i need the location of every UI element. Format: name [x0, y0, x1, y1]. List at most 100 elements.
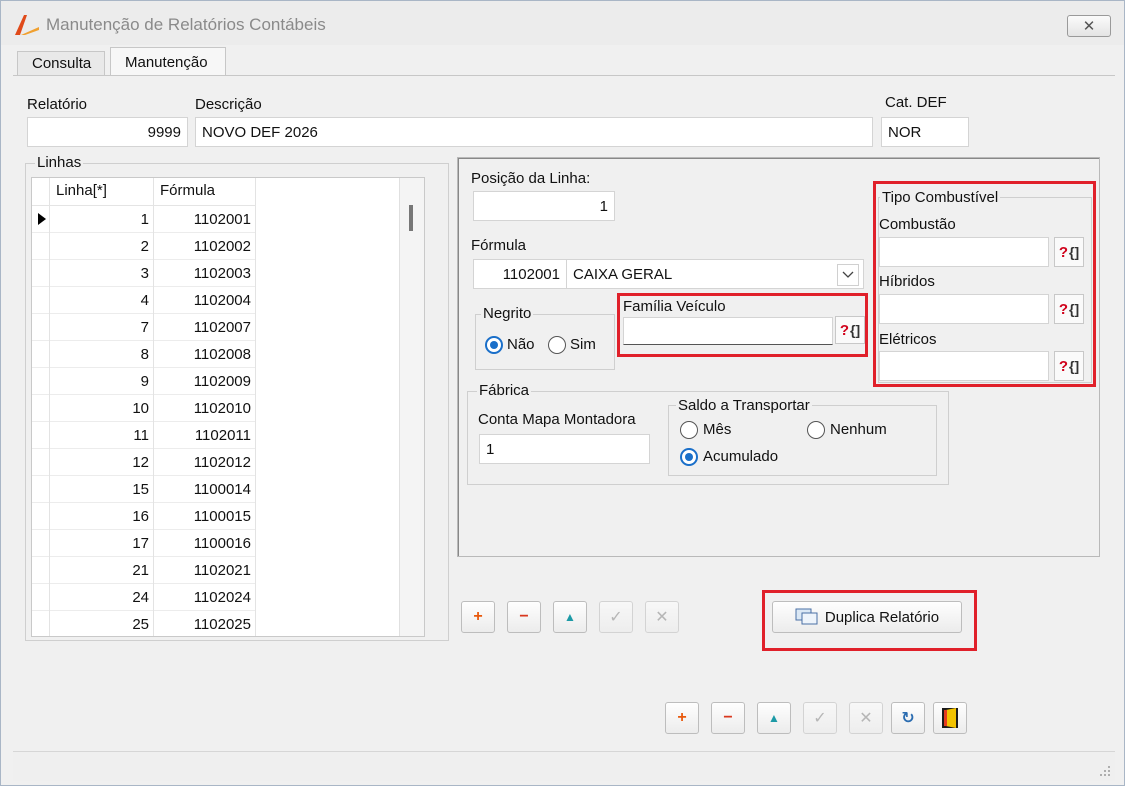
- highlight-tipo-combustivel: [873, 181, 1096, 387]
- row-indicator: [32, 476, 50, 503]
- dropdown-button[interactable]: [837, 264, 859, 286]
- resize-grip-icon[interactable]: [1099, 765, 1111, 777]
- cell-linha[interactable]: 17: [50, 530, 154, 557]
- cell-linha[interactable]: 2: [50, 233, 154, 260]
- table-row[interactable]: 10 1102010: [32, 395, 256, 422]
- cell-formula[interactable]: 1102009: [154, 368, 256, 395]
- table-row[interactable]: 1 1102001: [32, 206, 256, 233]
- table-row[interactable]: 9 1102009: [32, 368, 256, 395]
- close-button[interactable]: ✕: [1067, 15, 1111, 37]
- cell-formula[interactable]: 1102012: [154, 449, 256, 476]
- cancel-button[interactable]: ✕: [849, 702, 883, 734]
- scrollbar-thumb[interactable]: [409, 205, 413, 231]
- saldo-acumulado-radio[interactable]: [680, 448, 698, 466]
- table-row[interactable]: 8 1102008: [32, 341, 256, 368]
- cell-formula[interactable]: 1102025: [154, 611, 256, 636]
- cell-linha[interactable]: 3: [50, 260, 154, 287]
- conta-mapa-value: 1: [486, 440, 495, 458]
- table-row[interactable]: 2 1102002: [32, 233, 256, 260]
- saldo-mes-radio[interactable]: [680, 421, 698, 439]
- line-cancel-button[interactable]: ✕: [645, 601, 679, 633]
- table-row[interactable]: 21 1102021: [32, 557, 256, 584]
- add-icon: +: [677, 709, 687, 726]
- exit-button[interactable]: [933, 702, 967, 734]
- saldo-mes-label: Mês: [703, 421, 732, 438]
- tab-consulta[interactable]: Consulta: [17, 51, 105, 75]
- formula-select[interactable]: CAIXA GERAL: [566, 259, 864, 289]
- cell-formula[interactable]: 1102004: [154, 287, 256, 314]
- cell-linha[interactable]: 7: [50, 314, 154, 341]
- cat-def-field[interactable]: NOR: [881, 117, 969, 147]
- cell-formula[interactable]: 1100016: [154, 530, 256, 557]
- relatorio-value: 9999: [147, 123, 181, 141]
- cell-formula[interactable]: 1102007: [154, 314, 256, 341]
- cell-linha[interactable]: 21: [50, 557, 154, 584]
- conta-mapa-field[interactable]: 1: [479, 434, 650, 464]
- negrito-sim-radio[interactable]: [548, 336, 566, 354]
- remove-button[interactable]: −: [711, 702, 745, 734]
- confirm-button[interactable]: ✓: [803, 702, 837, 734]
- row-indicator: [32, 611, 50, 636]
- cell-linha[interactable]: 16: [50, 503, 154, 530]
- line-up-button[interactable]: ▲: [553, 601, 587, 633]
- cell-linha[interactable]: 12: [50, 449, 154, 476]
- cell-linha[interactable]: 1: [50, 206, 154, 233]
- row-indicator: [32, 449, 50, 476]
- cat-def-value: NOR: [888, 123, 922, 141]
- grid-vertical-scrollbar[interactable]: [399, 178, 424, 636]
- cell-linha[interactable]: 4: [50, 287, 154, 314]
- column-header-linha[interactable]: Linha[*]: [50, 178, 154, 206]
- table-row[interactable]: 7 1102007: [32, 314, 256, 341]
- descricao-field[interactable]: NOVO DEF 2026: [195, 117, 873, 147]
- cell-linha[interactable]: 9: [50, 368, 154, 395]
- window-title: Manutenção de Relatórios Contábeis: [46, 15, 326, 34]
- table-row[interactable]: 25 1102025: [32, 611, 256, 636]
- cell-formula[interactable]: 1102021: [154, 557, 256, 584]
- line-confirm-button[interactable]: ✓: [599, 601, 633, 633]
- up-button[interactable]: ▲: [757, 702, 791, 734]
- table-row[interactable]: 16 1100015: [32, 503, 256, 530]
- table-row[interactable]: 15 1100014: [32, 476, 256, 503]
- cell-linha[interactable]: 25: [50, 611, 154, 636]
- line-add-button[interactable]: +: [461, 601, 495, 633]
- cell-linha[interactable]: 11: [50, 422, 154, 449]
- table-row[interactable]: 24 1102024: [32, 584, 256, 611]
- cell-formula[interactable]: 1102002: [154, 233, 256, 260]
- table-row[interactable]: 17 1100016: [32, 530, 256, 557]
- cell-formula[interactable]: 1100015: [154, 503, 256, 530]
- cell-formula[interactable]: 1102011: [154, 422, 256, 449]
- report-maintenance-window: Manutenção de Relatórios Contábeis ✕ Con…: [0, 0, 1125, 786]
- formula-code-field[interactable]: 1102001: [473, 259, 567, 289]
- table-row[interactable]: 4 1102004: [32, 287, 256, 314]
- cell-linha[interactable]: 24: [50, 584, 154, 611]
- cancel-icon: ✕: [859, 710, 873, 727]
- cell-linha[interactable]: 8: [50, 341, 154, 368]
- saldo-nenhum-radio[interactable]: [807, 421, 825, 439]
- refresh-button[interactable]: ↻: [891, 702, 925, 734]
- row-indicator: [32, 368, 50, 395]
- fabrica-label: Fábrica: [477, 382, 532, 399]
- cell-formula[interactable]: 1102010: [154, 395, 256, 422]
- table-row[interactable]: 3 1102003: [32, 260, 256, 287]
- cell-formula[interactable]: 1102001: [154, 206, 256, 233]
- column-header-formula[interactable]: Fórmula: [154, 178, 256, 206]
- cell-linha[interactable]: 15: [50, 476, 154, 503]
- table-row[interactable]: 11 1102011: [32, 422, 256, 449]
- cell-formula[interactable]: 1100014: [154, 476, 256, 503]
- check-icon: ✓: [609, 609, 623, 626]
- row-indicator: [32, 422, 50, 449]
- cell-formula[interactable]: 1102008: [154, 341, 256, 368]
- posicao-field[interactable]: 1: [473, 191, 615, 221]
- highlight-familia-veiculo: [617, 293, 868, 357]
- cell-formula[interactable]: 1102003: [154, 260, 256, 287]
- negrito-nao-radio[interactable]: [485, 336, 503, 354]
- cell-formula[interactable]: 1102024: [154, 584, 256, 611]
- highlight-duplica-relatorio: [762, 590, 977, 651]
- relatorio-field[interactable]: 9999: [27, 117, 188, 147]
- cell-linha[interactable]: 10: [50, 395, 154, 422]
- tab-manutencao[interactable]: Manutenção: [110, 47, 226, 75]
- linhas-grid[interactable]: Linha[*] Fórmula 1 1102001 2 1102002 3 110200…: [31, 177, 425, 637]
- table-row[interactable]: 12 1102012: [32, 449, 256, 476]
- add-button[interactable]: +: [665, 702, 699, 734]
- line-remove-button[interactable]: −: [507, 601, 541, 633]
